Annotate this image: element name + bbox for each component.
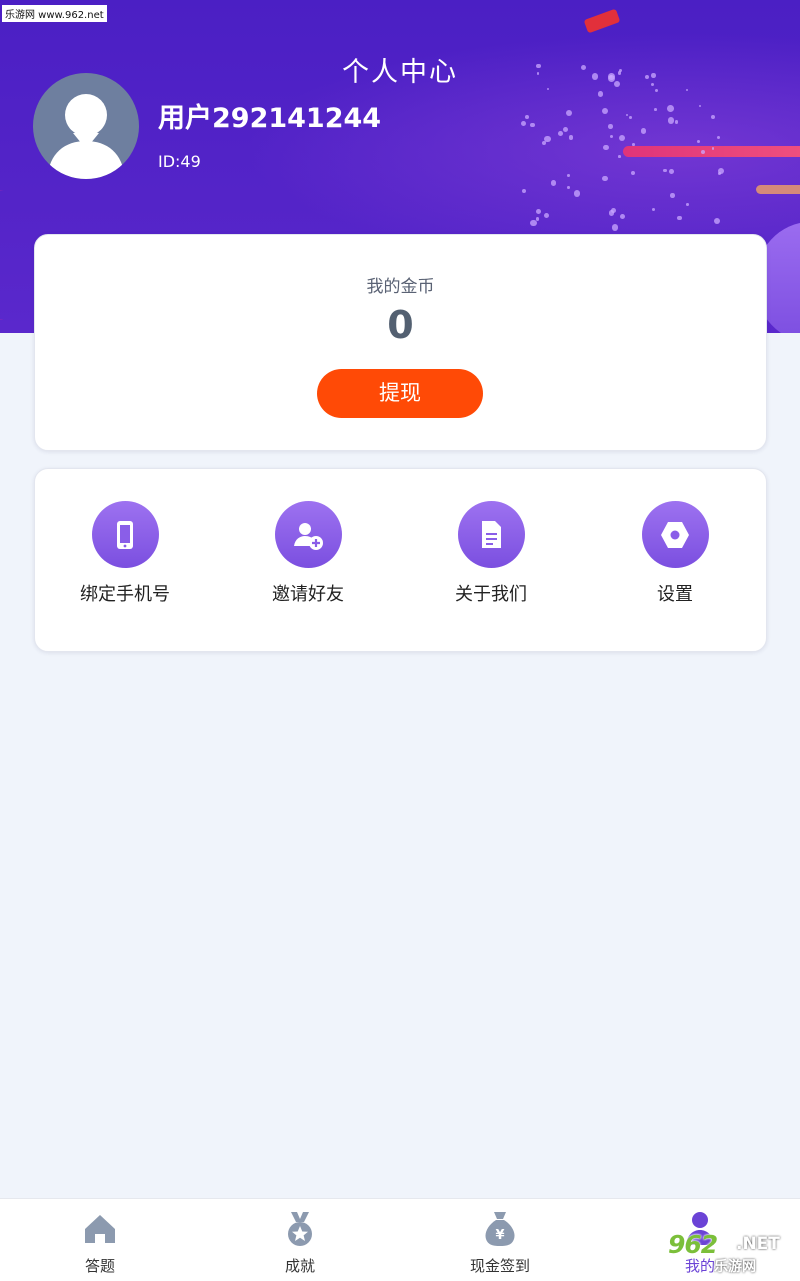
coin-card: 我的金币 0 提现 [34,234,767,451]
sparkle-dot [669,168,675,174]
sparkle-dot [568,135,574,140]
tab-answer[interactable]: 答题 [40,1209,160,1276]
sparkle-dot [640,128,647,135]
sparkle-dot [541,141,546,146]
sparkle-dot [550,180,557,186]
sparkle-dot [632,142,635,146]
menu-item-label: 绑定手机号 [80,584,170,605]
menu-item-label: 设置 [657,584,693,605]
sparkle-dot [618,155,621,158]
sparkle-dot [711,147,715,150]
sparkle-dot [667,117,675,125]
tab-label: 答题 [84,1257,115,1275]
sparkle-dot [603,144,609,151]
sparkle-dot [699,104,702,108]
menu-item-about-us[interactable]: 关于我们 [401,501,581,606]
menu-item-settings[interactable]: 设置 [585,501,765,606]
sparkle-dot [602,108,609,115]
page-title: 个人中心 [342,57,458,88]
sparkle-dot [524,115,529,119]
sparkle-dot [711,115,716,120]
sparkle-dot [597,91,604,97]
sparkle-dot [535,209,541,215]
sparkle-dot [530,122,535,128]
sparkle-dot [608,210,615,216]
sparkle-dot [544,212,550,219]
sparkle-dot [610,134,614,138]
sparkle-dot [566,110,572,117]
sparkle-dot [667,105,675,113]
menu-item-label: 邀请好友 [272,584,344,605]
sparkle-dot [530,219,537,227]
sparkle-dot [674,119,679,124]
username: 用户292141244 [158,103,382,134]
menu-card: 绑定手机号 邀请好友 关于我们 设置 [34,468,767,652]
settings-hexagon-icon [641,501,709,568]
menu-item-label: 关于我们 [455,584,527,605]
money-bag-icon: ¥ [480,1209,520,1249]
sparkle-dot [629,116,633,119]
sparkle-dot [619,214,626,220]
decorative-tile [583,8,621,34]
watermark-logo-cn: 乐游网 [714,1259,756,1275]
watermark-logo-suffix: .NET [736,1234,780,1254]
coin-label: 我的金币 [366,277,435,297]
sparkle-dot [619,134,626,141]
sparkle-dot [663,168,667,172]
sparkle-dot [557,131,563,137]
sparkle-dot [535,217,540,221]
sparkle-dot [696,140,700,144]
tab-cash-checkin[interactable]: ¥ 现金签到 [440,1209,560,1276]
svg-text:¥: ¥ [495,1228,504,1243]
sparkle-dot [652,207,656,211]
sparkle-dot [521,188,526,193]
sparkle-dot [607,124,613,129]
tab-label: 现金签到 [469,1257,530,1275]
home-icon [80,1209,120,1249]
document-icon [457,501,525,568]
sparkle-dot [602,175,608,181]
coin-balance: 0 [387,303,414,347]
user-id: ID:49 [158,152,201,171]
sparkle-dot [611,224,619,231]
menu-item-invite-friends[interactable]: 邀请好友 [218,501,398,606]
sparkle-dot [655,88,659,92]
tab-achievement[interactable]: 成就 [240,1209,360,1276]
sparkle-dot [654,107,658,111]
sparkle-dot [717,135,721,139]
sparkle-dot [630,170,635,175]
tab-label: 成就 [284,1257,315,1275]
sparkle-dot [521,121,527,127]
watermark-bottom-right: 962 .NET 乐游网 [668,1230,796,1276]
sparkle-dot [563,126,569,133]
menu-item-bind-phone[interactable]: 绑定手机号 [35,501,215,606]
watermark-logo-number: 962 [668,1230,718,1259]
medal-icon [280,1209,320,1249]
watermark-top-left: 乐游网 www.962.net [2,5,107,22]
sparkle-dot [567,174,570,177]
sparkle-dot [574,190,581,197]
withdraw-button[interactable]: 提现 [317,369,483,418]
add-user-icon [274,501,342,568]
decorative-streak [756,185,800,194]
avatar[interactable] [33,73,139,179]
sparkle-dot [677,215,683,221]
sparkle-dot [713,217,720,224]
sparkle-dot [625,113,628,116]
sparkle-dot [718,172,721,175]
phone-icon [91,501,159,568]
sparkle-dot [567,186,570,189]
sparkle-dot [686,203,689,207]
person-silhouette-icon [47,94,125,179]
sparkle-dot [670,193,675,198]
